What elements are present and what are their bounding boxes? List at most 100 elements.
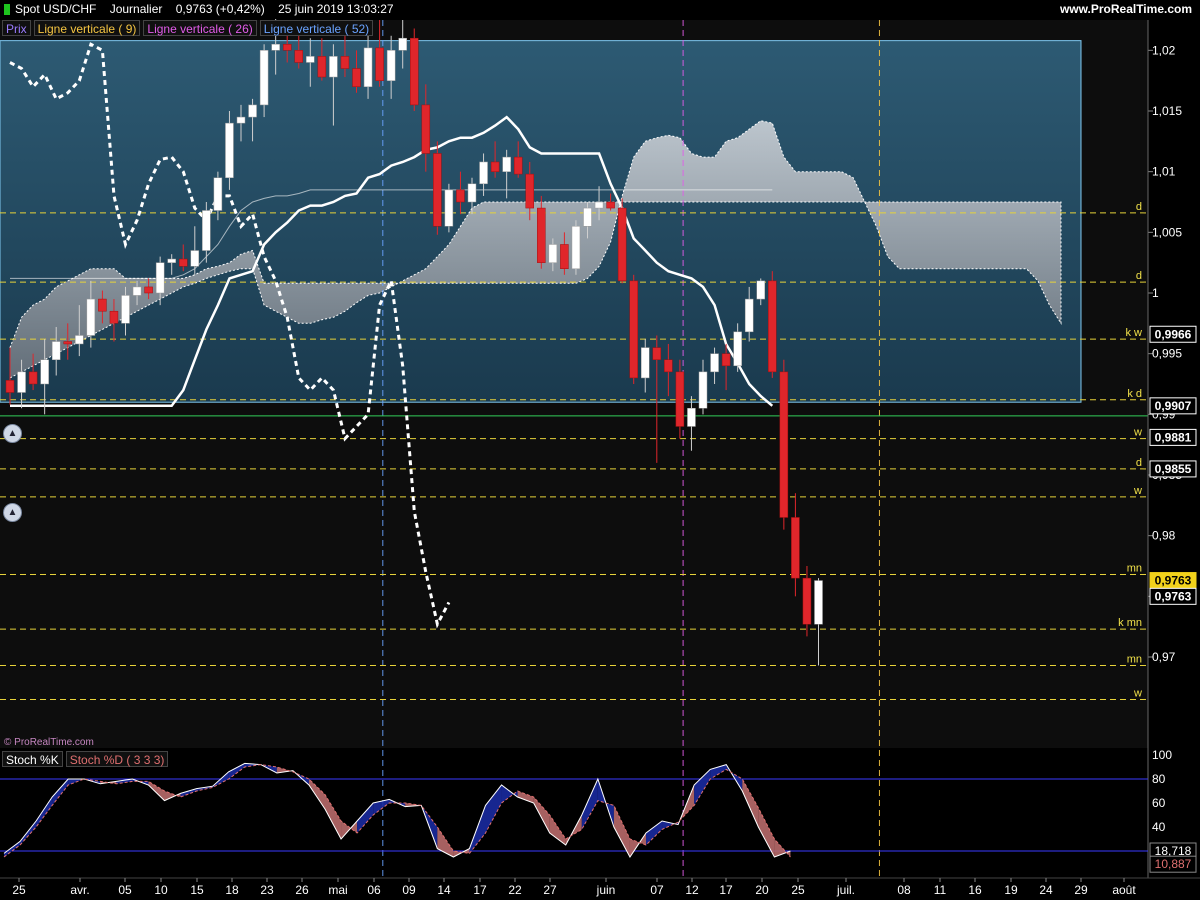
x-tick-label: 25	[12, 883, 26, 897]
candle-body	[28, 371, 38, 385]
candle-body	[306, 56, 315, 63]
legend-0[interactable]: Prix	[2, 20, 31, 36]
candle-body	[340, 56, 350, 69]
stoch-legend-item-1[interactable]: Stoch %D ( 3 3 3)	[65, 751, 169, 767]
candle-body	[98, 298, 107, 312]
candle-body	[63, 341, 72, 345]
x-tick-label: 24	[1039, 883, 1053, 897]
level-label: d	[1136, 270, 1142, 282]
stoch-y-label: 100	[1152, 748, 1172, 762]
candle-body	[248, 104, 257, 118]
x-tick-label: 26	[295, 883, 309, 897]
candle-body	[109, 310, 119, 324]
candle-body	[75, 335, 84, 345]
y-tick-label: 1,01	[1152, 165, 1176, 179]
legend-1[interactable]: Ligne verticale ( 9)	[33, 20, 141, 36]
level-label: k mn	[1118, 617, 1142, 629]
price-tag-label: 0,9966	[1155, 327, 1192, 341]
level-label: w	[1133, 687, 1142, 699]
stoch-y-label: 40	[1152, 820, 1166, 834]
candle-body	[744, 298, 754, 333]
price-tag-label: 0,9763	[1155, 589, 1192, 603]
legend-3[interactable]: Ligne verticale ( 52)	[259, 20, 374, 36]
candle-body	[190, 250, 200, 267]
candle-body	[40, 359, 49, 385]
candle-body	[710, 353, 719, 373]
candle-body	[583, 207, 592, 227]
chart-stage: 1,021,0151,011,00510,9950,990,9850,980,9…	[0, 0, 1200, 900]
candle-body	[398, 37, 407, 51]
x-tick-label: 07	[650, 883, 664, 897]
level-label: mn	[1127, 562, 1142, 574]
candle-body	[17, 371, 26, 393]
stoch-legend-item-0[interactable]: Stoch %K	[2, 751, 63, 767]
candle-body	[259, 50, 269, 106]
candle-body	[294, 50, 303, 63]
y-tick-label: 0,98	[1152, 529, 1176, 543]
x-tick-label: 17	[719, 883, 733, 897]
stoch-tag-label: 10,887	[1155, 857, 1192, 871]
candle-body	[721, 353, 731, 367]
candle-body	[456, 189, 465, 203]
candle-body	[675, 371, 685, 427]
candle-body	[490, 161, 500, 172]
alert-bell-icon[interactable]: ▲	[3, 424, 22, 443]
x-tick-label: 15	[190, 883, 204, 897]
x-tick-label: mai	[328, 883, 347, 897]
candle-body	[213, 177, 223, 211]
candle-body	[236, 116, 246, 124]
y-tick-label: 1,015	[1152, 104, 1182, 118]
candle-body	[606, 201, 615, 209]
x-tick-label: 14	[437, 883, 451, 897]
indicator-legend: Prix Ligne verticale ( 9) Ligne verticale …	[2, 20, 374, 36]
price-tag-label: 0,9881	[1155, 430, 1192, 444]
candle-body	[433, 153, 442, 227]
alert-bell-icon[interactable]: ▲	[3, 503, 22, 522]
candle-body	[282, 44, 292, 51]
candle-body	[733, 331, 742, 367]
candle-body	[594, 201, 604, 209]
x-tick-label: 20	[755, 883, 769, 897]
x-tick-label: 09	[402, 883, 416, 897]
x-tick-label: 29	[1074, 883, 1088, 897]
status-mark	[4, 4, 10, 15]
candle-body	[375, 47, 384, 81]
stoch-panel-bg	[0, 752, 1148, 878]
candle-body	[467, 183, 477, 203]
level-label: mn	[1127, 653, 1142, 665]
x-tick-label: 23	[260, 883, 274, 897]
candle-body	[779, 371, 789, 518]
x-tick-label: 06	[367, 883, 381, 897]
x-tick-label: 10	[154, 883, 168, 897]
candle-body	[86, 298, 96, 336]
x-tick-label: août	[1112, 883, 1136, 897]
candle-body	[179, 258, 188, 267]
stoch-y-label: 80	[1152, 772, 1166, 786]
candle-body	[513, 156, 523, 175]
x-tick-label: 16	[968, 883, 982, 897]
x-tick-label: 08	[897, 883, 911, 897]
x-tick-label: avr.	[70, 883, 89, 897]
x-tick-label: 18	[225, 883, 239, 897]
instrument-title: Spot USD/CHF Journalier 0,9763 (+0,42%) …	[15, 2, 394, 16]
price-tag-label: 0,9907	[1155, 399, 1192, 413]
candle-body	[121, 295, 130, 324]
candle-body	[791, 517, 800, 579]
level-label: d	[1136, 201, 1142, 213]
candle-body	[317, 56, 327, 78]
brand-link[interactable]: www.ProRealTime.com	[1060, 0, 1192, 19]
chart-header: Spot USD/CHF Journalier 0,9763 (+0,42%) …	[0, 0, 1200, 19]
candle-body	[167, 258, 176, 263]
candle-body	[51, 341, 61, 360]
price-tag-label: 0,9763	[1155, 574, 1192, 588]
candle-body	[421, 104, 431, 154]
price-chart[interactable]: 1,021,0151,011,00510,9950,990,9850,980,9…	[0, 0, 1200, 900]
candle-body	[617, 207, 627, 282]
candle-body	[641, 347, 650, 379]
legend-2[interactable]: Ligne verticale ( 26)	[143, 20, 257, 36]
price-tag-label: 0,9855	[1155, 462, 1192, 476]
y-tick-label: 0,995	[1152, 347, 1182, 361]
level-label: w	[1133, 485, 1142, 497]
x-tick-label: 27	[543, 883, 557, 897]
candle-body	[814, 580, 823, 625]
